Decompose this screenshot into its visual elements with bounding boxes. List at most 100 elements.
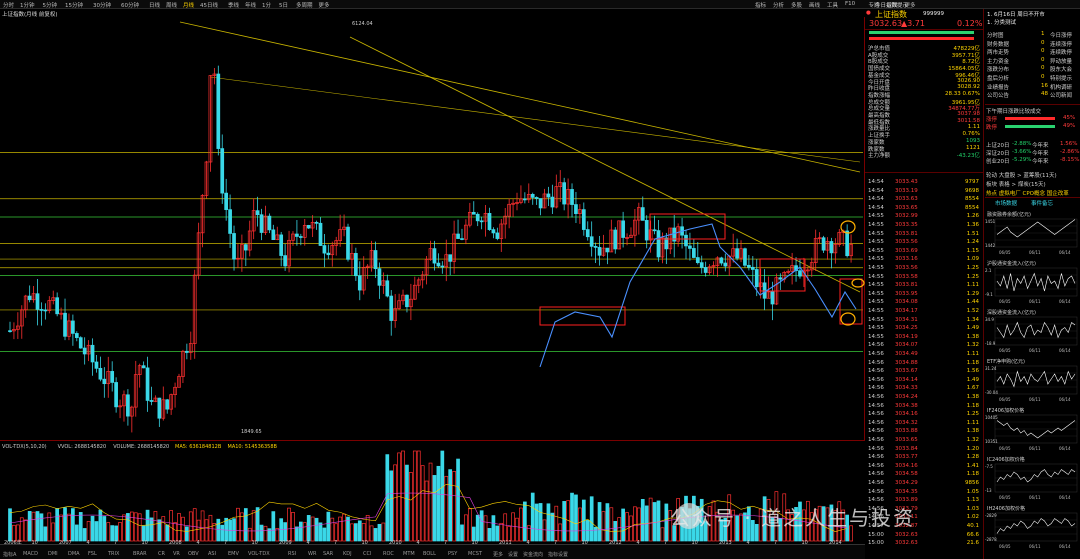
period-tab-0[interactable]: 分时 bbox=[3, 1, 14, 9]
mini-line bbox=[996, 321, 1076, 339]
menu-item-4[interactable]: 工具 bbox=[827, 1, 838, 9]
indicator-tab-6[interactable]: BRAR bbox=[133, 551, 147, 557]
indicator-tab-1[interactable]: MACD bbox=[23, 551, 38, 557]
tick-price-35: 3034.29 bbox=[895, 480, 918, 486]
mini-svg: 2.1 -9.1 06/05 06/11 06/14 bbox=[985, 267, 1078, 304]
separator-0 bbox=[865, 29, 983, 30]
indicator-tab-2[interactable]: DMI bbox=[48, 551, 58, 557]
indicator-tab-15[interactable]: SAR bbox=[323, 551, 333, 557]
low-label: 1849.65 bbox=[241, 429, 262, 435]
indicator-tab-20[interactable]: BOLL bbox=[423, 551, 436, 557]
period-tab-8[interactable]: 月线 bbox=[183, 1, 194, 9]
right-menu-3[interactable]: 主力资金 bbox=[987, 57, 1009, 65]
indicator-tab-11[interactable]: EMV bbox=[228, 551, 239, 557]
volume-bar bbox=[381, 522, 386, 542]
indicator-tab-19[interactable]: MTM bbox=[403, 551, 415, 557]
indicator-tab-8[interactable]: VR bbox=[173, 551, 180, 557]
mini-hi: 34.9 bbox=[985, 317, 994, 322]
mini-chart-5[interactable]: IC2406加权价格 -7.5 -13 06/05 06/11 06/14 bbox=[985, 456, 1080, 503]
candle-body bbox=[523, 198, 527, 201]
right-menu-value-1[interactable]: 连续涨停 bbox=[1050, 40, 1072, 48]
index-code: 999999 bbox=[923, 11, 944, 17]
period-tab-7[interactable]: 周线 bbox=[166, 1, 177, 9]
candle-body bbox=[546, 193, 551, 198]
period-tab-9[interactable]: 45日线 bbox=[200, 1, 218, 9]
right-menu-7[interactable]: 公司公告 bbox=[987, 91, 1009, 99]
period-tab-4[interactable]: 30分钟 bbox=[93, 1, 111, 9]
right-menu-value-3[interactable]: 异动放量 bbox=[1050, 57, 1072, 65]
right-menu-5[interactable]: 盘后分析 bbox=[987, 74, 1009, 82]
menu-item-1[interactable]: 分析 bbox=[773, 1, 784, 9]
right-menu-2[interactable]: 两市走势 bbox=[987, 48, 1009, 56]
mini-chart-6[interactable]: IH2406加权价格 -2829 -2878 06/05 06/11 06/14 bbox=[985, 505, 1080, 552]
right-menu-6[interactable]: 业绩报告 bbox=[987, 83, 1009, 91]
menu-item-3[interactable]: 画线 bbox=[809, 1, 820, 9]
indicator-tab-26[interactable]: 指标设置 bbox=[548, 551, 568, 558]
candle-body bbox=[436, 262, 441, 267]
period-tab-1[interactable]: 1分钟 bbox=[20, 1, 35, 9]
indicator-tab-21[interactable]: PSY bbox=[448, 551, 457, 557]
indicator-tab-17[interactable]: CCI bbox=[363, 551, 371, 557]
sector-row-2: 板块 表格 > 煤炭(15天) bbox=[986, 182, 1046, 188]
volume-bar bbox=[51, 522, 56, 542]
right-menu-0[interactable]: 分时图 bbox=[987, 31, 1004, 39]
right-menu-value-4[interactable]: 股东大会 bbox=[1050, 65, 1072, 73]
volume-bar bbox=[302, 522, 307, 542]
indicator-tab-24[interactable]: 设置 bbox=[508, 551, 518, 558]
stat-value-7: 28.33 0.67% bbox=[945, 90, 980, 97]
indicator-tab-10[interactable]: ASI bbox=[208, 551, 216, 557]
period-tab-6[interactable]: 日线 bbox=[149, 1, 160, 9]
mini-chart-0[interactable]: 融资融券余额(亿元) 1451 1442 06/05 06/11 06/14 bbox=[985, 211, 1080, 258]
mini-chart-3[interactable]: ETF净申购(亿元) 31.24 -30.04 06/05 06/11 06/14 bbox=[985, 358, 1080, 405]
indicator-tab-0[interactable]: 指标A bbox=[3, 551, 16, 558]
market-tab-0[interactable]: 市场数据 bbox=[995, 199, 1017, 207]
candlestick-svg[interactable]: 6000580056005400520050004800460044004200… bbox=[0, 17, 884, 440]
menu-item-0[interactable]: 指标 bbox=[755, 1, 766, 9]
period-tab-15[interactable]: 更多 bbox=[319, 1, 330, 9]
period-tab-13[interactable]: 5日 bbox=[279, 1, 288, 9]
tick-time-21: 14:56 bbox=[868, 359, 884, 366]
period-tab-5[interactable]: 60分钟 bbox=[121, 1, 139, 9]
indicator-tab-9[interactable]: OBV bbox=[188, 551, 199, 557]
volume-bar bbox=[204, 519, 209, 542]
indicator-tab-16[interactable]: KDJ bbox=[343, 551, 352, 557]
menu-item-5[interactable]: F10 bbox=[845, 1, 855, 7]
indicator-tab-4[interactable]: FSL bbox=[88, 551, 97, 557]
right-menu-value-2[interactable]: 连续跌停 bbox=[1050, 48, 1072, 56]
indicator-tab-5[interactable]: TRIX bbox=[108, 551, 119, 557]
volume-bar bbox=[436, 465, 441, 542]
indicator-tab-23[interactable]: 更多 bbox=[493, 551, 503, 558]
indicator-tab-7[interactable]: CR bbox=[158, 551, 165, 557]
indicator-tab-25[interactable]: 资金流向 bbox=[523, 551, 543, 558]
volume-bar bbox=[538, 503, 543, 542]
indicator-tab-18[interactable]: ROC bbox=[383, 551, 394, 557]
period-tab-2[interactable]: 5分钟 bbox=[43, 1, 58, 9]
candle-body bbox=[102, 378, 107, 385]
right-menu-value-7[interactable]: 公司新闻 bbox=[1050, 91, 1072, 99]
indicator-tab-3[interactable]: DMA bbox=[68, 551, 80, 557]
mini-chart-2[interactable]: 深股通资金流入(亿元) 34.9 -18.9 06/05 06/11 06/14 bbox=[985, 309, 1080, 356]
right-menu-value-0[interactable]: 今日涨停 bbox=[1050, 31, 1072, 39]
candle-body bbox=[271, 229, 276, 241]
indicator-tab-12[interactable]: VOL-TDX bbox=[248, 551, 270, 557]
period-tab-11[interactable]: 年线 bbox=[245, 1, 256, 9]
mini-chart-4[interactable]: IF2406加权价格 10405 10351 06/05 06/11 06/14 bbox=[985, 407, 1080, 454]
mini-chart-1[interactable]: 沪股通资金流入(亿元) 2.1 -9.1 06/05 06/11 06/14 bbox=[985, 260, 1080, 307]
market-tab-1[interactable]: 事件备忘 bbox=[1031, 199, 1053, 207]
period-tab-3[interactable]: 15分钟 bbox=[65, 1, 83, 9]
right-menu-value-6[interactable]: 机构调研 bbox=[1050, 83, 1072, 91]
period-tab-12[interactable]: 1分 bbox=[262, 1, 271, 9]
period-tab-14[interactable]: 多周期 bbox=[296, 1, 313, 9]
mini-svg: -7.5 -13 06/05 06/11 06/14 bbox=[985, 463, 1078, 500]
volume-bar bbox=[291, 512, 295, 542]
indicator-tab-14[interactable]: WR bbox=[308, 551, 316, 557]
right-menu-value-5[interactable]: 特别提示 bbox=[1050, 74, 1072, 82]
main-price-chart[interactable]: 6000580056005400520050004800460044004200… bbox=[0, 17, 884, 440]
indicator-tab-13[interactable]: RSI bbox=[288, 551, 296, 557]
period-tab-10[interactable]: 季线 bbox=[228, 1, 239, 9]
indicator-tab-22[interactable]: MCST bbox=[468, 551, 482, 557]
tick-price-12: 3033.81 bbox=[895, 282, 918, 289]
right-menu-1[interactable]: 财务数据 bbox=[987, 40, 1009, 48]
right-menu-4[interactable]: 涨跌分布 bbox=[987, 65, 1009, 73]
menu-item-2[interactable]: 多股 bbox=[791, 1, 802, 9]
